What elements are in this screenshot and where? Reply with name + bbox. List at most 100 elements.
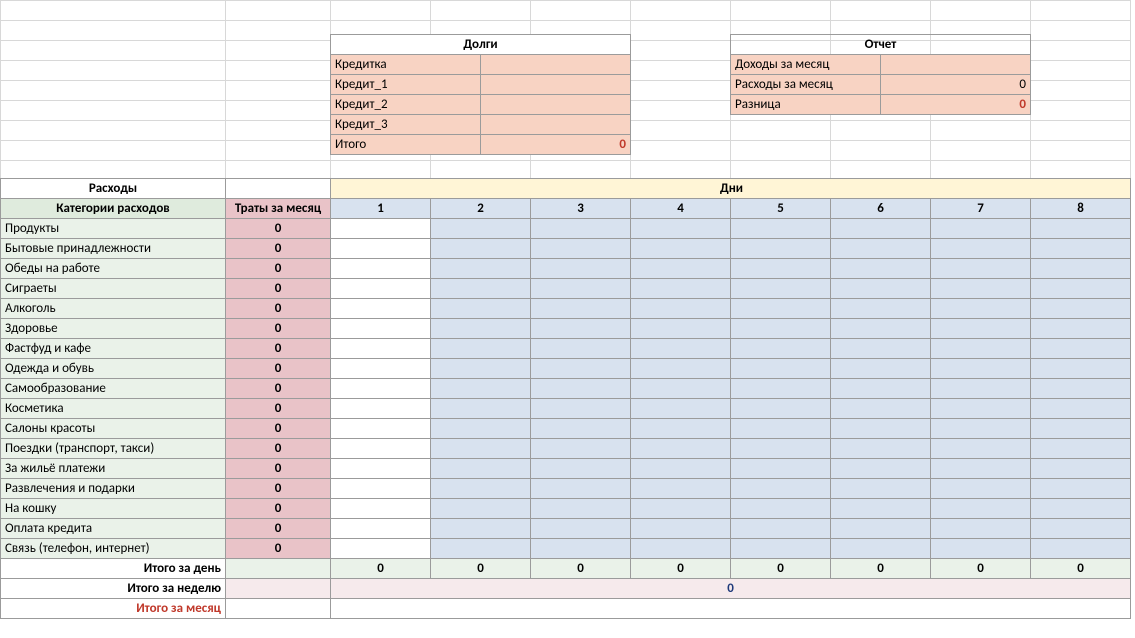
- expense-cell[interactable]: [331, 499, 431, 519]
- expense-cell[interactable]: [631, 319, 731, 339]
- expense-cell[interactable]: [1031, 479, 1131, 499]
- month-total-cell[interactable]: 0: [226, 259, 331, 279]
- expense-cell[interactable]: [1031, 499, 1131, 519]
- report-row-value[interactable]: 0: [881, 95, 1031, 115]
- expense-cell[interactable]: [831, 239, 931, 259]
- month-total-cell[interactable]: 0: [226, 539, 331, 559]
- category-cell[interactable]: Развлечения и подарки: [1, 479, 226, 499]
- expense-cell[interactable]: [431, 459, 531, 479]
- expense-cell[interactable]: [331, 299, 431, 319]
- day-total[interactable]: 0: [431, 559, 531, 579]
- category-cell[interactable]: На кошку: [1, 499, 226, 519]
- category-cell[interactable]: Фастфуд и кафе: [1, 339, 226, 359]
- month-total-cell[interactable]: 0: [226, 479, 331, 499]
- month-total-cell[interactable]: 0: [226, 399, 331, 419]
- day-header[interactable]: 6: [831, 199, 931, 219]
- debts-row-label[interactable]: Кредит_2: [331, 95, 481, 115]
- expense-cell[interactable]: [531, 399, 631, 419]
- expense-cell[interactable]: [731, 499, 831, 519]
- month-total-cell[interactable]: 0: [226, 379, 331, 399]
- category-cell[interactable]: Продукты: [1, 219, 226, 239]
- expense-cell[interactable]: [731, 359, 831, 379]
- expense-cell[interactable]: [931, 399, 1031, 419]
- expense-cell[interactable]: [531, 379, 631, 399]
- expense-cell[interactable]: [331, 219, 431, 239]
- expense-cell[interactable]: [731, 259, 831, 279]
- expense-cell[interactable]: [431, 299, 531, 319]
- expense-cell[interactable]: [331, 459, 431, 479]
- expense-cell[interactable]: [331, 319, 431, 339]
- category-cell[interactable]: Связь (телефон, интернет): [1, 539, 226, 559]
- month-total-cell[interactable]: 0: [226, 219, 331, 239]
- expense-cell[interactable]: [731, 379, 831, 399]
- expense-cell[interactable]: [931, 419, 1031, 439]
- expense-cell[interactable]: [931, 439, 1031, 459]
- expense-cell[interactable]: [1031, 399, 1131, 419]
- day-total[interactable]: 0: [731, 559, 831, 579]
- expense-cell[interactable]: [531, 519, 631, 539]
- expense-cell[interactable]: [431, 279, 531, 299]
- expense-cell[interactable]: [531, 279, 631, 299]
- expense-cell[interactable]: [631, 299, 731, 319]
- expense-cell[interactable]: [631, 479, 731, 499]
- month-total-cell[interactable]: 0: [226, 499, 331, 519]
- day-total[interactable]: 0: [831, 559, 931, 579]
- expense-cell[interactable]: [631, 439, 731, 459]
- expense-cell[interactable]: [931, 279, 1031, 299]
- expense-cell[interactable]: [831, 459, 931, 479]
- expense-cell[interactable]: [931, 299, 1031, 319]
- expense-cell[interactable]: [331, 239, 431, 259]
- category-cell[interactable]: Одежда и обувь: [1, 359, 226, 379]
- expense-cell[interactable]: [1031, 279, 1131, 299]
- expense-cell[interactable]: [631, 539, 731, 559]
- expense-cell[interactable]: [831, 519, 931, 539]
- debts-row-value[interactable]: [481, 75, 631, 95]
- debts-total-value[interactable]: 0: [481, 135, 631, 155]
- expense-cell[interactable]: [431, 419, 531, 439]
- category-cell[interactable]: За жильё платежи: [1, 459, 226, 479]
- month-total-cell[interactable]: 0: [226, 319, 331, 339]
- expense-cell[interactable]: [831, 439, 931, 459]
- report-row-label[interactable]: Разница: [731, 95, 881, 115]
- expense-cell[interactable]: [1031, 259, 1131, 279]
- expense-cell[interactable]: [831, 279, 931, 299]
- expense-cell[interactable]: [631, 419, 731, 439]
- expense-cell[interactable]: [1031, 319, 1131, 339]
- expense-cell[interactable]: [831, 399, 931, 419]
- expense-cell[interactable]: [931, 319, 1031, 339]
- expense-cell[interactable]: [331, 259, 431, 279]
- expense-cell[interactable]: [431, 519, 531, 539]
- expense-cell[interactable]: [1031, 339, 1131, 359]
- expense-cell[interactable]: [1031, 459, 1131, 479]
- expense-cell[interactable]: [1031, 239, 1131, 259]
- expense-cell[interactable]: [931, 259, 1031, 279]
- day-header[interactable]: 8: [1031, 199, 1131, 219]
- expense-cell[interactable]: [931, 519, 1031, 539]
- expense-cell[interactable]: [531, 259, 631, 279]
- expense-cell[interactable]: [431, 219, 531, 239]
- expense-cell[interactable]: [431, 339, 531, 359]
- expense-cell[interactable]: [1031, 419, 1131, 439]
- category-cell[interactable]: Алкоголь: [1, 299, 226, 319]
- expense-cell[interactable]: [431, 379, 531, 399]
- expense-cell[interactable]: [1031, 439, 1131, 459]
- month-total-cell[interactable]: 0: [226, 239, 331, 259]
- month-total-cell[interactable]: 0: [226, 299, 331, 319]
- expense-cell[interactable]: [331, 359, 431, 379]
- debts-row-value[interactable]: [481, 95, 631, 115]
- expense-cell[interactable]: [331, 539, 431, 559]
- category-cell[interactable]: Обеды на работе: [1, 259, 226, 279]
- expense-cell[interactable]: [1031, 519, 1131, 539]
- expense-cell[interactable]: [731, 219, 831, 239]
- expense-cell[interactable]: [431, 479, 531, 499]
- expense-cell[interactable]: [631, 339, 731, 359]
- expense-cell[interactable]: [731, 419, 831, 439]
- expense-cell[interactable]: [931, 219, 1031, 239]
- expense-cell[interactable]: [631, 219, 731, 239]
- expense-cell[interactable]: [431, 239, 531, 259]
- category-cell[interactable]: Сиграеты: [1, 279, 226, 299]
- debts-row-label[interactable]: Кредитка: [331, 55, 481, 75]
- expense-cell[interactable]: [431, 539, 531, 559]
- day-total[interactable]: 0: [1031, 559, 1131, 579]
- expense-cell[interactable]: [531, 339, 631, 359]
